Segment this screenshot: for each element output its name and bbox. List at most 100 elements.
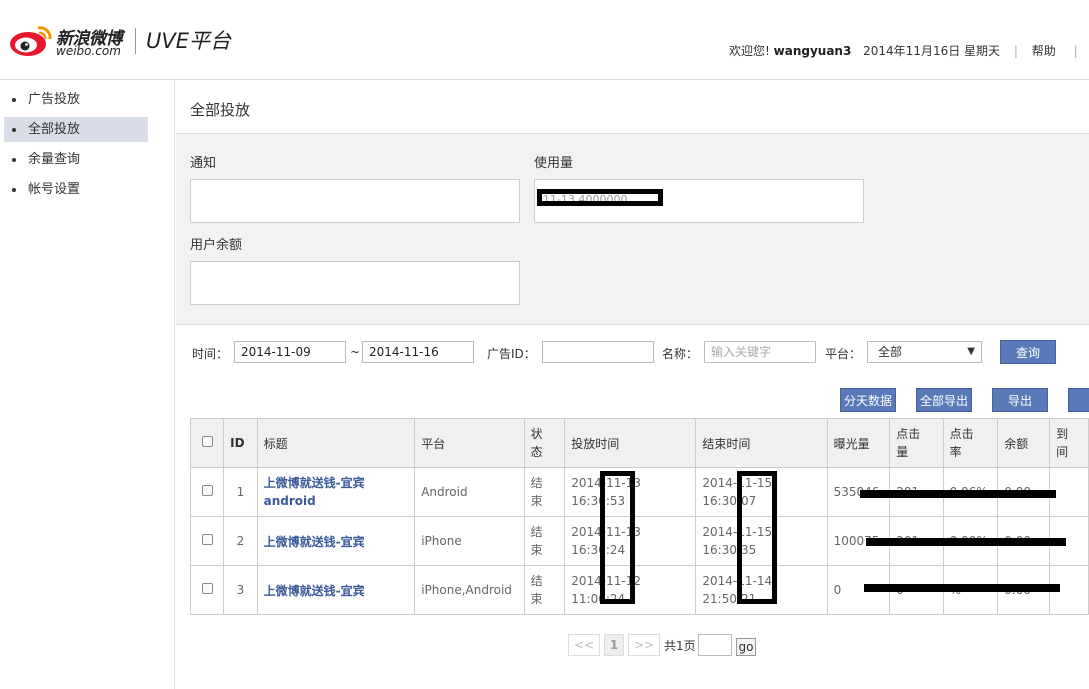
table-header-row: ID 标题 平台 状态 投放时间 结束时间 曝光量 点击量 点击率 余额 到间 xyxy=(189,418,1089,468)
col-status-line1: 状 xyxy=(530,427,543,441)
redaction-mark xyxy=(860,490,1056,498)
main-content: 全部投放 通知 使用量 11-13 4000000 用户余额 时间： 2014-… xyxy=(176,81,1089,689)
sidebar-item-account-settings[interactable]: 帐号设置 xyxy=(4,177,148,202)
date-range-tilde: ~ xyxy=(350,345,361,359)
row-title-link[interactable]: 上微博就送钱-宜宾 xyxy=(264,535,365,549)
col-ctr-line2: 率 xyxy=(949,445,962,459)
balance-label: 用户余额 xyxy=(190,238,243,253)
row-checkbox[interactable] xyxy=(201,485,213,496)
row-title[interactable]: 上微博就送钱-宜宾 xyxy=(256,516,416,566)
logo-divider xyxy=(135,28,136,54)
date-from-input[interactable]: 2014-11-09 xyxy=(234,341,346,363)
divider: | xyxy=(1073,44,1078,58)
more-action-button[interactable] xyxy=(1068,388,1089,412)
redaction-mark xyxy=(737,471,777,604)
col-start-time: 投放时间 xyxy=(564,418,697,468)
current-page[interactable]: 1 xyxy=(604,634,624,656)
daily-data-button[interactable]: 分天数据 xyxy=(840,388,896,412)
ad-id-label: 广告ID： xyxy=(487,347,536,361)
row-status-line2: 束 xyxy=(530,543,543,557)
logo-english-text: weibo.com xyxy=(56,44,121,58)
username: wangyuan3 xyxy=(773,44,852,58)
page-jump-input[interactable] xyxy=(698,634,732,656)
go-button[interactable]: go xyxy=(736,638,756,656)
row-title[interactable]: 上微博就送钱-宜宾 android xyxy=(256,467,416,517)
app-title: UVE平台 xyxy=(146,29,232,53)
row-checkbox[interactable] xyxy=(201,583,213,594)
header: 新浪微博 weibo.com UVE平台 欢迎您! wangyuan3 2014… xyxy=(0,0,1089,80)
info-panel: 通知 使用量 11-13 4000000 用户余额 xyxy=(176,133,1089,325)
col-id: ID xyxy=(223,418,258,468)
row-platform: Android xyxy=(414,467,525,517)
sidebar-item-ad-placement[interactable]: 广告投放 xyxy=(4,87,148,112)
col-balance: 余额 xyxy=(997,418,1051,468)
weibo-logo[interactable]: 新浪微博 weibo.com xyxy=(8,18,128,60)
sidebar: 广告投放 全部投放 余量查询 帐号设置 xyxy=(0,81,175,689)
col-platform: 平台 xyxy=(414,418,525,468)
row-title-link[interactable]: 上微博就送钱-宜宾 xyxy=(264,584,365,598)
filter-bar: 时间： 2014-11-09 ~ 2014-11-16 广告ID： 名称： 输入… xyxy=(176,339,1089,365)
pagination: << 1 >> 共1页 go xyxy=(568,634,768,656)
next-page-button[interactable]: >> xyxy=(628,634,660,656)
row-status-line1: 结 xyxy=(530,574,543,588)
platform-label: 平台： xyxy=(825,347,862,361)
col-extra-line2: 间 xyxy=(1056,445,1069,459)
sidebar-item-inventory-query[interactable]: 余量查询 xyxy=(4,147,148,172)
page-title: 全部投放 xyxy=(190,101,251,119)
notice-box xyxy=(190,179,520,223)
sidebar-item-all-placements[interactable]: 全部投放 xyxy=(4,117,148,142)
export-all-button[interactable]: 全部导出 xyxy=(916,388,972,412)
dropdown-arrow-icon: ▼ xyxy=(967,346,975,357)
redaction-mark xyxy=(537,189,663,206)
balance-box xyxy=(190,261,520,305)
row-status-line2: 束 xyxy=(530,494,543,508)
redaction-mark xyxy=(864,584,1060,592)
row-status: 结束 xyxy=(523,516,566,566)
col-title: 标题 xyxy=(256,418,416,468)
welcome-text: 欢迎您! xyxy=(729,44,770,58)
col-clicks-line2: 量 xyxy=(896,445,909,459)
select-all-checkbox[interactable] xyxy=(201,436,213,447)
redaction-mark xyxy=(866,538,1066,546)
time-label: 时间： xyxy=(192,347,229,361)
row-title-link[interactable]: 上微博就送钱-宜宾 xyxy=(264,476,365,490)
row-select-cell[interactable] xyxy=(189,516,225,566)
prev-page-button[interactable]: << xyxy=(568,634,600,656)
select-all-cell[interactable] xyxy=(189,418,225,468)
usage-label: 使用量 xyxy=(534,156,574,171)
col-end-time: 结束时间 xyxy=(695,418,828,468)
row-title[interactable]: 上微博就送钱-宜宾 xyxy=(256,565,416,615)
row-platform: iPhone xyxy=(414,516,525,566)
date-to-input[interactable]: 2014-11-16 xyxy=(362,341,474,363)
row-checkbox[interactable] xyxy=(201,534,213,545)
help-link[interactable]: 帮助 xyxy=(1032,44,1056,58)
col-extra-line1: 到 xyxy=(1056,427,1069,441)
row-id: 3 xyxy=(223,565,258,615)
row-status-line1: 结 xyxy=(530,525,543,539)
col-clicks: 点击量 xyxy=(889,418,944,468)
notice-label: 通知 xyxy=(190,156,217,171)
query-button[interactable]: 查询 xyxy=(1000,340,1056,364)
row-status: 结束 xyxy=(523,467,566,517)
row-title-link-line2[interactable]: android xyxy=(264,494,316,508)
col-ctr-line1: 点击 xyxy=(949,427,974,441)
export-button[interactable]: 导出 xyxy=(992,388,1048,412)
current-date: 2014年11月16日 星期天 xyxy=(863,44,1001,58)
row-platform: iPhone,Android xyxy=(414,565,525,615)
row-select-cell[interactable] xyxy=(189,467,225,517)
redaction-mark xyxy=(600,471,635,604)
ad-id-input[interactable] xyxy=(542,341,654,363)
divider: | xyxy=(1013,44,1018,58)
row-status-line1: 结 xyxy=(530,476,543,490)
weibo-eye-icon xyxy=(10,26,52,56)
usage-box: 11-13 4000000 xyxy=(534,179,864,223)
platform-select[interactable]: 全部 ▼ xyxy=(867,341,982,363)
col-extra: 到间 xyxy=(1049,418,1089,468)
name-input[interactable]: 输入关键字 xyxy=(704,341,816,363)
row-id: 1 xyxy=(223,467,258,517)
name-label: 名称： xyxy=(662,347,699,361)
row-id: 2 xyxy=(223,516,258,566)
col-clicks-line1: 点击 xyxy=(896,427,921,441)
total-pages: 共1页 xyxy=(664,639,696,653)
row-select-cell[interactable] xyxy=(189,565,225,615)
